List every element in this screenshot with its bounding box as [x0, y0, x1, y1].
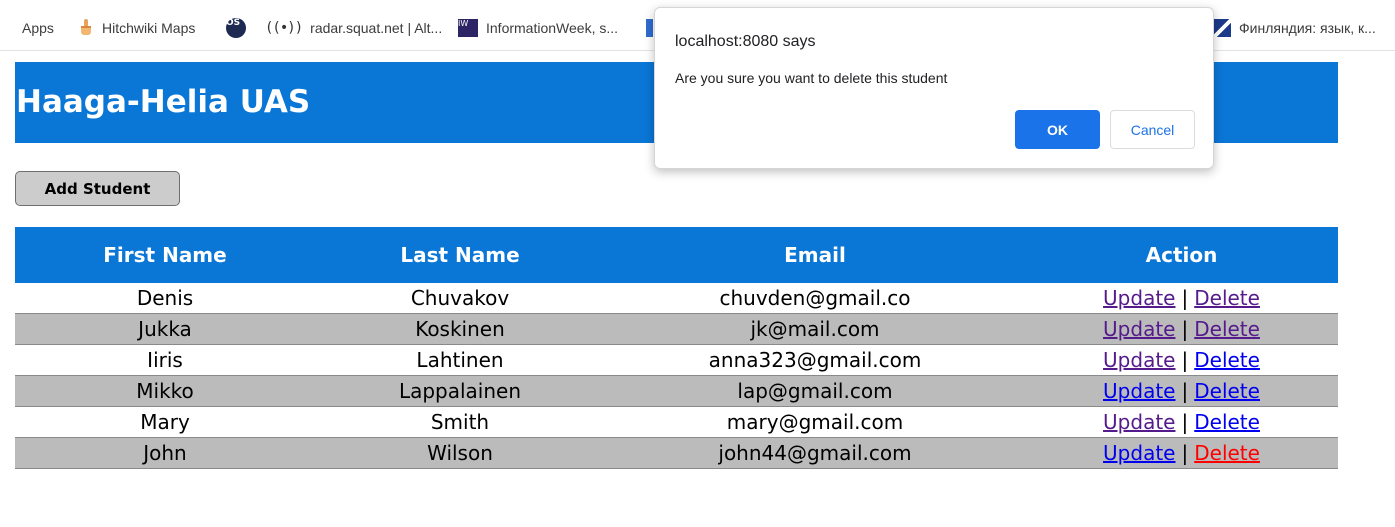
cancel-button[interactable]: Cancel — [1110, 110, 1195, 149]
first-name-cell: Jukka — [138, 317, 192, 341]
os-logo-icon: OS — [226, 18, 246, 38]
thumb-icon — [78, 18, 94, 39]
update-link[interactable]: Update — [1103, 441, 1175, 465]
bookmark-hitchwiki[interactable]: Hitchwiki Maps — [78, 17, 195, 39]
email-cell: jk@mail.com — [750, 317, 880, 341]
delete-link[interactable]: Delete — [1194, 379, 1260, 403]
column-header-action: Action — [1145, 243, 1218, 267]
delete-link[interactable]: Delete — [1194, 441, 1260, 465]
bookmark-label: radar.squat.net | Alt... — [310, 20, 443, 36]
action-separator: | — [1181, 441, 1189, 465]
update-link[interactable]: Update — [1103, 348, 1175, 372]
bookmark-radar[interactable]: ((•)) radar.squat.net | Alt... — [265, 17, 442, 39]
action-cell: Update | Delete — [1025, 345, 1338, 375]
last-name-cell: Wilson — [427, 441, 493, 465]
column-header-email: Email — [784, 243, 846, 267]
action-cell: Update | Delete — [1025, 283, 1338, 313]
action-separator: | — [1181, 410, 1189, 434]
update-link[interactable]: Update — [1103, 410, 1175, 434]
email-cell: lap@gmail.com — [737, 379, 893, 403]
action-cell: Update | Delete — [1025, 438, 1338, 468]
bookmark-finland[interactable]: Финляндия: язык, к... — [1213, 17, 1376, 39]
last-name-cell: Chuvakov — [410, 286, 510, 310]
first-name-cell: Mary — [140, 410, 190, 434]
bookmark-label: Hitchwiki Maps — [102, 20, 196, 36]
table-row: Jukka Koskinen jk@mail.com Update | Dele… — [15, 314, 1338, 345]
confirm-dialog: localhost:8080 says Are you sure you wan… — [654, 7, 1214, 169]
first-name-cell: Iiris — [147, 348, 183, 372]
column-header-first-name: First Name — [103, 243, 227, 267]
column-header-last-name: Last Name — [400, 243, 520, 267]
delete-link[interactable]: Delete — [1194, 286, 1260, 310]
bookmark-os[interactable]: OS — [226, 17, 254, 39]
finland-flag-icon — [1213, 19, 1231, 37]
email-cell: anna323@gmail.com — [708, 348, 922, 372]
bookmark-apps[interactable]: Apps — [6, 17, 54, 39]
update-link[interactable]: Update — [1103, 379, 1175, 403]
table-row: Mary Smith mary@gmail.com Update | Delet… — [15, 407, 1338, 438]
students-table: First Name Last Name Email Action Denis … — [15, 227, 1338, 469]
informationweek-icon: IW — [458, 19, 478, 37]
bookmark-label: Apps — [22, 20, 54, 36]
table-row: Mikko Lappalainen lap@gmail.com Update |… — [15, 376, 1338, 407]
action-cell: Update | Delete — [1025, 376, 1338, 406]
last-name-cell: Lappalainen — [398, 379, 522, 403]
first-name-cell: Mikko — [136, 379, 194, 403]
action-separator: | — [1181, 286, 1189, 310]
first-name-cell: John — [143, 441, 187, 465]
last-name-cell: Lahtinen — [416, 348, 504, 372]
action-separator: | — [1181, 379, 1189, 403]
delete-link[interactable]: Delete — [1194, 317, 1260, 341]
dialog-title: localhost:8080 says — [675, 33, 816, 50]
email-cell: john44@gmail.com — [718, 441, 912, 465]
bookmark-label: InformationWeek, s... — [486, 20, 619, 36]
apps-grid-icon — [0, 21, 14, 35]
update-link[interactable]: Update — [1103, 286, 1175, 310]
partial-bookmark-icon — [646, 19, 653, 37]
action-separator: | — [1181, 348, 1189, 372]
delete-link[interactable]: Delete — [1194, 348, 1260, 372]
table-header: First Name Last Name Email Action — [15, 227, 1338, 283]
ok-button[interactable]: OK — [1015, 110, 1100, 149]
last-name-cell: Smith — [430, 410, 490, 434]
action-cell: Update | Delete — [1025, 407, 1338, 437]
add-student-button[interactable]: Add Student — [15, 171, 180, 206]
email-cell: mary@gmail.com — [726, 410, 904, 434]
update-link[interactable]: Update — [1103, 317, 1175, 341]
email-cell: chuvden@gmail.co — [719, 286, 911, 310]
delete-link[interactable]: Delete — [1194, 410, 1260, 434]
table-row: Iiris Lahtinen anna323@gmail.com Update … — [15, 345, 1338, 376]
bookmark-informationweek[interactable]: IW InformationWeek, s... — [458, 17, 618, 39]
last-name-cell: Koskinen — [415, 317, 505, 341]
action-cell: Update | Delete — [1025, 314, 1338, 344]
action-separator: | — [1181, 317, 1189, 341]
bookmark-label: Финляндия: язык, к... — [1239, 20, 1376, 36]
dialog-message: Are you sure you want to delete this stu… — [675, 70, 948, 86]
table-row: Denis Chuvakov chuvden@gmail.co Update |… — [15, 283, 1338, 314]
first-name-cell: Denis — [136, 286, 194, 310]
table-row: John Wilson john44@gmail.com Update | De… — [15, 438, 1338, 469]
radio-waves-icon: ((•)) — [265, 20, 303, 36]
page-title: Haaga-Helia UAS — [16, 84, 311, 120]
